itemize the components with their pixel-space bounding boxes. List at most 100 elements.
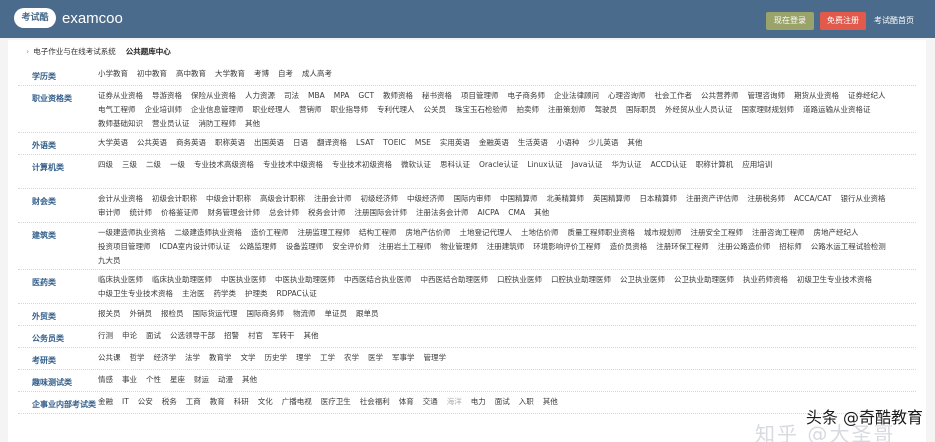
category-link[interactable]: 自考: [278, 69, 293, 79]
category-link[interactable]: 财务管理会计师: [208, 208, 261, 218]
category-link[interactable]: GCT: [358, 91, 374, 101]
category-link[interactable]: 土地登记代理人: [460, 228, 513, 238]
category-link[interactable]: 报关员: [98, 309, 121, 319]
category-link[interactable]: 公路监理师: [239, 242, 277, 252]
category-link[interactable]: LSAT: [356, 138, 374, 148]
category-link[interactable]: 星座: [170, 375, 185, 385]
category-link[interactable]: 中医执业医师: [221, 275, 266, 285]
category-link[interactable]: 行测: [98, 331, 113, 341]
category-link[interactable]: 社会工作者: [655, 91, 693, 101]
category-link[interactable]: 科研: [234, 397, 249, 407]
category-link[interactable]: 注册公路造价师: [718, 242, 771, 252]
category-link[interactable]: 申论: [122, 331, 137, 341]
category-link[interactable]: 单证员: [325, 309, 348, 319]
category-link[interactable]: 心理咨询师: [608, 91, 646, 101]
category-link[interactable]: 成人高考: [302, 69, 332, 79]
category-link[interactable]: 职业经理人: [253, 105, 291, 115]
category-link[interactable]: 消防工程师: [199, 119, 237, 129]
category-link[interactable]: 职业指导师: [331, 105, 369, 115]
category-link[interactable]: 哲学: [130, 353, 145, 363]
category-link[interactable]: 注册法务会计师: [416, 208, 469, 218]
breadcrumb-parent-link[interactable]: 电子作业与在线考试系统: [33, 46, 116, 57]
category-link[interactable]: 质量工程师职业资格: [568, 228, 636, 238]
category-link[interactable]: Linux认证: [527, 160, 562, 170]
category-link[interactable]: 注册会计师: [314, 194, 352, 204]
category-link[interactable]: 房地产估价师: [406, 228, 451, 238]
category-link[interactable]: 生活英语: [518, 138, 548, 148]
category-link[interactable]: 项目管理师: [461, 91, 499, 101]
category-link[interactable]: 公共课: [98, 353, 121, 363]
category-link[interactable]: 证券经纪人: [848, 91, 886, 101]
category-link[interactable]: 其他: [245, 119, 260, 129]
category-link[interactable]: MSE: [415, 138, 431, 148]
category-link[interactable]: 中西医结合助理医师: [421, 275, 489, 285]
category-link[interactable]: 专利代理人: [377, 105, 415, 115]
category-link[interactable]: 银行从业资格: [841, 194, 886, 204]
category-link[interactable]: 注册咨询工程师: [752, 228, 805, 238]
category-link[interactable]: 职称英语: [215, 138, 245, 148]
category-link[interactable]: 国家理财规划师: [742, 105, 795, 115]
category-link[interactable]: 情感: [98, 375, 113, 385]
category-link[interactable]: 商务英语: [176, 138, 206, 148]
category-link[interactable]: 动漫: [218, 375, 233, 385]
category-link[interactable]: 其他: [242, 375, 257, 385]
category-link[interactable]: 北美精算师: [547, 194, 585, 204]
category-link[interactable]: 小学教育: [98, 69, 128, 79]
category-link[interactable]: 外销员: [130, 309, 153, 319]
category-link[interactable]: 理学: [296, 353, 311, 363]
category-link[interactable]: 注册资产评估师: [686, 194, 739, 204]
category-link[interactable]: 初级卫生专业技术资格: [797, 275, 872, 285]
category-link[interactable]: 价格鉴证师: [161, 208, 199, 218]
category-link[interactable]: 营业员认证: [152, 119, 190, 129]
category-link[interactable]: 导游资格: [152, 91, 182, 101]
category-link[interactable]: 注册建筑师: [487, 242, 525, 252]
category-link[interactable]: 工商: [186, 397, 201, 407]
category-link[interactable]: 投资项目管理师: [98, 242, 151, 252]
category-link[interactable]: 农学: [344, 353, 359, 363]
category-link[interactable]: 高中教育: [176, 69, 206, 79]
category-link[interactable]: 主治医: [182, 289, 205, 299]
category-link[interactable]: 公选领导干部: [170, 331, 215, 341]
category-link[interactable]: 公卫执业医师: [620, 275, 665, 285]
category-link[interactable]: 其他: [543, 397, 558, 407]
category-link[interactable]: 公共营养师: [701, 91, 739, 101]
category-link[interactable]: 中级经济师: [407, 194, 445, 204]
category-link[interactable]: 少儿英语: [588, 138, 618, 148]
category-link[interactable]: 中国精算师: [500, 194, 538, 204]
category-link[interactable]: 小语种: [557, 138, 580, 148]
category-link[interactable]: 秘书资格: [422, 91, 452, 101]
category-link[interactable]: 中级卫生专业技术资格: [98, 289, 173, 299]
category-link[interactable]: 金融: [98, 397, 113, 407]
category-link[interactable]: 日本精算师: [640, 194, 678, 204]
category-link[interactable]: 面试: [146, 331, 161, 341]
category-link[interactable]: 事业: [122, 375, 137, 385]
category-link[interactable]: 二级建造师执业资格: [175, 228, 243, 238]
category-link[interactable]: 入职: [519, 397, 534, 407]
category-link[interactable]: 应用培训: [742, 160, 772, 170]
category-link[interactable]: 造价工程师: [251, 228, 289, 238]
category-link[interactable]: 房地产经纪人: [814, 228, 859, 238]
category-link[interactable]: 初中教育: [137, 69, 167, 79]
category-link[interactable]: 三级: [122, 160, 137, 170]
category-link[interactable]: 注册岩土工程师: [379, 242, 432, 252]
category-link[interactable]: 历史学: [265, 353, 288, 363]
category-link[interactable]: 安全评价师: [332, 242, 370, 252]
category-link[interactable]: 高级会计职称: [260, 194, 305, 204]
category-link[interactable]: 日语: [293, 138, 308, 148]
category-link[interactable]: 驾驶员: [595, 105, 618, 115]
category-link[interactable]: 注册策划师: [548, 105, 586, 115]
category-link[interactable]: 期货从业资格: [794, 91, 839, 101]
category-link[interactable]: 电子商务师: [508, 91, 546, 101]
category-link[interactable]: 外经贸从业人员认证: [665, 105, 733, 115]
category-link[interactable]: 注册国际会计师: [355, 208, 408, 218]
category-link[interactable]: 中医执业助理医师: [275, 275, 335, 285]
category-link[interactable]: Oracle认证: [479, 160, 518, 170]
category-link[interactable]: ACCD认证: [650, 160, 686, 170]
category-link[interactable]: 教师资格: [383, 91, 413, 101]
category-link[interactable]: 教师基础知识: [98, 119, 143, 129]
category-link[interactable]: 公卫执业助理医师: [674, 275, 734, 285]
category-link[interactable]: 二级: [146, 160, 161, 170]
category-link[interactable]: 道路运输从业资格证: [803, 105, 871, 115]
category-link[interactable]: 医学: [368, 353, 383, 363]
category-link[interactable]: 物业管理师: [440, 242, 478, 252]
